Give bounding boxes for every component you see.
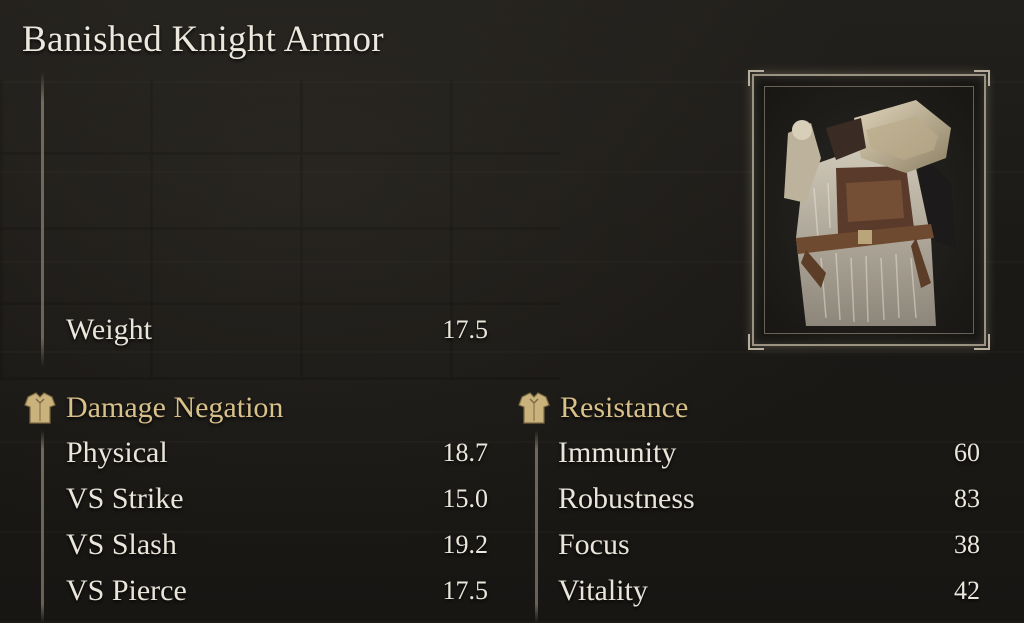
- stat-label: Immunity: [558, 436, 677, 469]
- stat-value: 60: [954, 438, 980, 467]
- armor-chest-icon: [24, 392, 56, 424]
- stat-row: Focus 38: [558, 525, 980, 565]
- damage-negation-title: Damage Negation: [66, 391, 284, 424]
- stat-value: 17.5: [442, 576, 489, 605]
- weight-label: Weight: [66, 313, 152, 346]
- stat-row: Vitality 42: [558, 571, 980, 611]
- frame-corner: [974, 70, 990, 86]
- frame-corner: [748, 70, 764, 86]
- damage-negation-header: Damage Negation: [22, 388, 283, 428]
- stat-label: Robustness: [558, 482, 695, 515]
- divider-line-upper: [41, 72, 44, 367]
- frame-corner: [974, 334, 990, 350]
- frame-corner: [748, 334, 764, 350]
- resistance-header: Resistance: [516, 388, 688, 428]
- stat-label: Physical: [66, 436, 168, 469]
- banished-knight-armor-icon: [784, 100, 956, 326]
- divider-line-left: [41, 430, 44, 623]
- stat-label: Vitality: [558, 574, 648, 607]
- stat-label: VS Pierce: [66, 574, 187, 607]
- stat-value: 38: [954, 530, 980, 559]
- stat-row: VS Strike 15.0: [66, 479, 488, 519]
- armor-chest-icon: [518, 392, 550, 424]
- stat-value: 42: [954, 576, 980, 605]
- weight-row: Weight 17.5: [66, 310, 488, 350]
- item-name: Banished Knight Armor: [22, 19, 384, 60]
- item-image-frame: [748, 70, 990, 350]
- stat-row: Physical 18.7: [66, 433, 488, 473]
- stat-value: 19.2: [442, 530, 489, 559]
- weight-value: 17.5: [442, 315, 489, 344]
- stat-row: Immunity 60: [558, 433, 980, 473]
- stat-row: VS Pierce 17.5: [66, 571, 488, 611]
- stat-label: VS Slash: [66, 528, 177, 561]
- stat-row: Robustness 83: [558, 479, 980, 519]
- resistance-title: Resistance: [560, 391, 689, 424]
- stat-value: 15.0: [442, 484, 489, 513]
- stat-row: VS Slash 19.2: [66, 525, 488, 565]
- divider-line-right: [535, 430, 538, 623]
- stat-label: Focus: [558, 528, 630, 561]
- stat-label: VS Strike: [66, 482, 184, 515]
- stat-value: 83: [954, 484, 980, 513]
- stat-value: 18.7: [442, 438, 489, 467]
